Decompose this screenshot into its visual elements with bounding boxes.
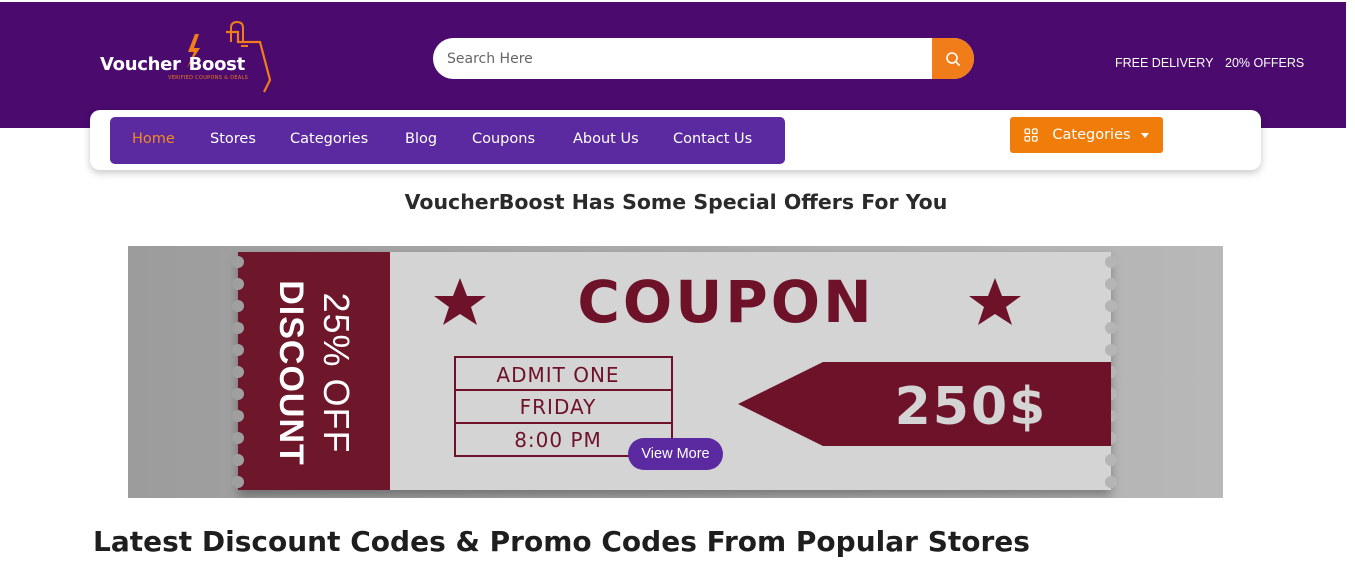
search-bar bbox=[433, 38, 974, 79]
nav-item-about-us[interactable]: About Us bbox=[573, 131, 639, 147]
free-delivery-link[interactable]: FREE DELIVERY bbox=[1115, 56, 1213, 70]
nav-item-categories[interactable]: Categories bbox=[290, 131, 368, 147]
ticket-line-2: FRIDAY bbox=[520, 395, 597, 419]
categories-dropdown-button[interactable]: Categories bbox=[1010, 117, 1163, 153]
special-offers-heading: VoucherBoost Has Some Special Offers For… bbox=[404, 190, 948, 214]
search-button[interactable] bbox=[932, 38, 974, 79]
view-more-button[interactable]: View More bbox=[628, 438, 723, 470]
logo-wordmark: Voucher Boost bbox=[100, 54, 245, 75]
site-logo[interactable]: Voucher Boost VERIFIED COUPONS & DEALS bbox=[98, 20, 276, 96]
ticket-line-1: ADMIT ONE bbox=[496, 363, 619, 387]
nav-item-contact-us[interactable]: Contact Us bbox=[673, 131, 752, 147]
logo-tagline: VERIFIED COUPONS & DEALS bbox=[168, 75, 249, 81]
stub-discount-text: DISCOUNT bbox=[272, 280, 310, 466]
offers-link[interactable]: 20% OFFERS bbox=[1225, 56, 1304, 70]
nav-item-blog[interactable]: Blog bbox=[405, 131, 437, 147]
nav-item-home[interactable]: Home bbox=[132, 131, 175, 147]
caret-down-icon bbox=[1140, 132, 1149, 138]
coupon-title: COUPON bbox=[577, 268, 874, 336]
search-icon bbox=[946, 51, 960, 66]
nav-item-coupons[interactable]: Coupons bbox=[472, 131, 535, 147]
nav-item-stores[interactable]: Stores bbox=[210, 131, 256, 147]
search-input[interactable] bbox=[433, 38, 932, 79]
categories-button-label: Categories bbox=[1052, 127, 1131, 143]
ticket-line-3: 8:00 PM bbox=[514, 428, 602, 452]
stub-percent-text: 25% OFF bbox=[316, 292, 357, 453]
grid-icon bbox=[1024, 128, 1039, 142]
latest-codes-heading: Latest Discount Codes & Promo Codes From… bbox=[93, 525, 1030, 558]
page-scrollbar-gutter bbox=[1346, 0, 1355, 580]
price-text: 250$ bbox=[895, 377, 1048, 437]
